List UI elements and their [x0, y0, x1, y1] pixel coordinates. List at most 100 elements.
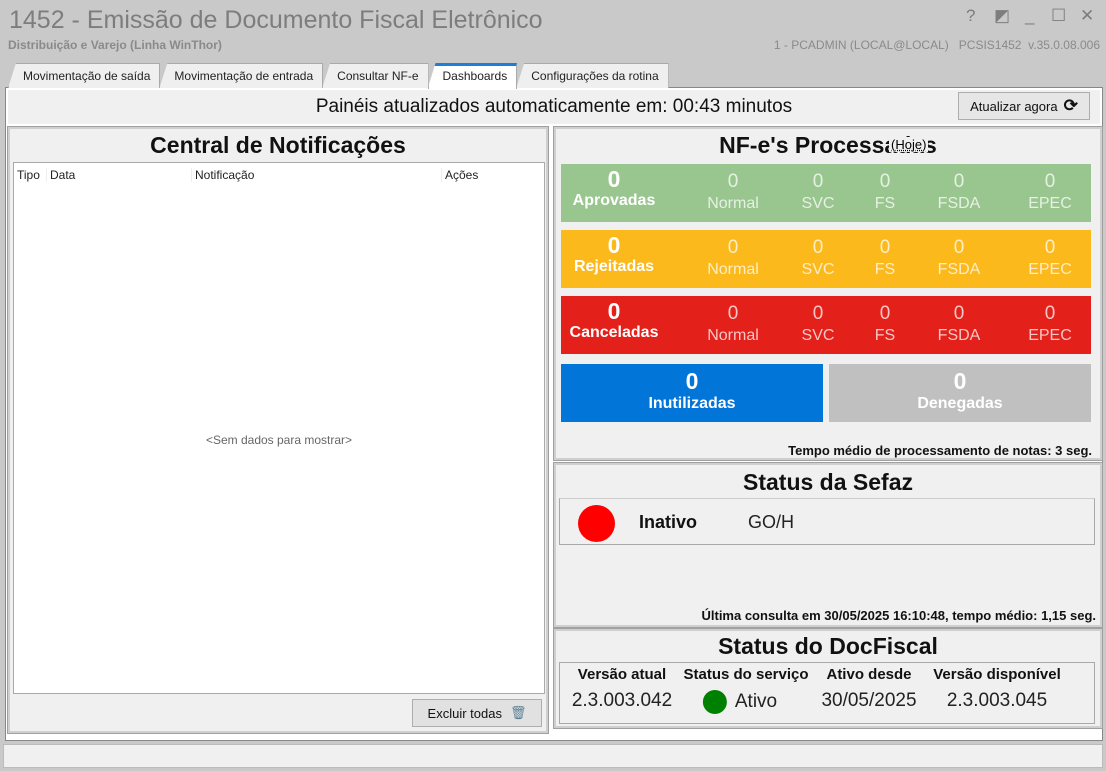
cell-svc: 0 SVC — [802, 171, 835, 215]
inutilizadas-label: Inutilizadas — [648, 395, 736, 412]
tab-movimentacao-entrada[interactable]: Movimentação de entrada — [159, 63, 324, 88]
column-header-notificacao[interactable]: Notificação — [192, 168, 442, 182]
auto-refresh-text: Painéis atualizados automaticamente em: … — [315, 96, 793, 117]
inutilizadas-box[interactable]: 0 Inutilizadas — [561, 364, 823, 422]
nfe-row-aprovadas[interactable]: 0 Aprovadas 0 Normal 0 SVC 0 FS 0 FSDA 0 EPEC — [561, 164, 1091, 222]
count-value: 0 — [1044, 171, 1056, 192]
service-status: Ativo — [702, 690, 778, 714]
count-value: 0 — [953, 237, 965, 258]
header-versao-atual: Versão atual — [577, 666, 667, 683]
versao-disponivel: 2.3.003.045 — [946, 690, 1048, 711]
docfiscal-status-panel: Status do DocFiscal Versão atual Status … — [553, 628, 1103, 729]
sefaz-uf: GO/H — [748, 512, 795, 532]
count-value: 0 — [812, 237, 824, 258]
cell-epec: 0 EPEC — [1028, 171, 1072, 215]
tab-configuracoes[interactable]: Configurações da rotina — [516, 63, 669, 88]
denegadas-box[interactable]: 0 Denegadas — [829, 364, 1091, 422]
total-cell: 0 Aprovadas — [573, 168, 656, 212]
refresh-label: Atualizar agora — [970, 98, 1058, 114]
nfe-processed-panel: NF-e's Processadas (Hoje) 0 Aprovadas 0 Nor… — [553, 126, 1103, 461]
count-value: 0 — [879, 171, 891, 192]
today-label: (Hoje) — [889, 137, 929, 152]
count-label: FS — [874, 327, 896, 344]
header-status-servico: Status do serviço — [683, 666, 809, 683]
trash-icon: 🗑 — [509, 705, 527, 720]
total-cell: 0 Canceladas — [570, 300, 659, 344]
cell-normal: 0 Normal — [707, 237, 759, 281]
cell-epec: 0 EPEC — [1028, 237, 1072, 281]
cell-fs: 0 FS — [875, 171, 895, 215]
count-value: 0 — [812, 171, 824, 192]
count-value: 0 — [879, 303, 891, 324]
count-value: 0 — [607, 232, 621, 258]
service-status-text: Ativo — [734, 691, 778, 712]
count-label: FS — [874, 195, 896, 212]
sefaz-status-panel: Status da Sefaz Inativo GO/H Última cons… — [553, 462, 1103, 628]
count-value: 0 — [953, 171, 965, 192]
count-value: 0 — [879, 237, 891, 258]
header-ativo-desde: Ativo desde — [826, 666, 912, 683]
empty-message: <Sem dados para mostrar> — [205, 433, 353, 447]
docfiscal-title: Status do DocFiscal — [718, 633, 938, 659]
notifications-grid[interactable]: Tipo Data Notificação Ações <Sem dados p… — [13, 162, 545, 694]
docfiscal-info: Versão atual Status do serviço Ativo des… — [559, 662, 1095, 724]
inutilizadas-value: 0 — [685, 368, 699, 394]
count-label: Aprovadas — [572, 192, 656, 209]
denegadas-label: Denegadas — [917, 395, 1003, 412]
cell-fsda: 0 FSDA — [938, 303, 981, 347]
sefaz-status-row: Inativo GO/H — [559, 498, 1095, 545]
count-label: FSDA — [937, 327, 981, 344]
tab-bar: Movimentação de saída Movimentação de en… — [8, 63, 669, 89]
delete-all-button[interactable]: Excluir todas 🗑 — [412, 699, 542, 727]
count-label: FSDA — [937, 261, 981, 278]
cell-fs: 0 FS — [875, 237, 895, 281]
count-label: EPEC — [1028, 261, 1072, 278]
count-value: 0 — [727, 237, 739, 258]
user-info: 1 - PCADMIN (LOCAL@LOCAL) PCSIS1452 v.35… — [773, 38, 1100, 52]
count-label: SVC — [801, 261, 835, 278]
nfe-title: NF-e's Processadas — [719, 132, 937, 158]
count-label: SVC — [801, 327, 835, 344]
count-label: Normal — [707, 327, 759, 344]
sefaz-status: Inativo — [639, 512, 698, 532]
avg-processing-time: Tempo médio de processamento de notas: 3… — [788, 443, 1092, 458]
ativo-desde: 30/05/2025 — [821, 690, 917, 711]
window-title: 1452 - Emissão de Documento Fiscal Eletr… — [9, 6, 543, 34]
column-header-data[interactable]: Data — [47, 168, 192, 182]
cell-normal: 0 Normal — [707, 171, 759, 215]
count-value: 0 — [812, 303, 824, 324]
column-header-tipo[interactable]: Tipo — [14, 168, 47, 182]
help-button[interactable]: ? — [966, 6, 975, 26]
count-label: SVC — [801, 195, 835, 212]
total-cell: 0 Rejeitadas — [574, 234, 654, 278]
nfe-row-rejeitadas[interactable]: 0 Rejeitadas 0 Normal 0 SVC 0 FS 0 FSDA 0 EPEC — [561, 230, 1091, 288]
refresh-now-button[interactable]: Atualizar agora ⟳ — [958, 92, 1090, 120]
tab-consultar-nfe[interactable]: Consultar NF-e — [322, 63, 429, 88]
maximize-button[interactable]: ☐ — [1051, 6, 1066, 26]
close-button[interactable]: ✕ — [1080, 6, 1094, 26]
count-value: 0 — [607, 166, 621, 192]
count-value: 0 — [727, 171, 739, 192]
header-versao-disponivel: Versão disponível — [933, 666, 1061, 683]
sefaz-title: Status da Sefaz — [743, 469, 913, 495]
last-query-info: Última consulta em 30/05/2025 16:10:48, … — [701, 608, 1096, 623]
count-label: FS — [874, 261, 896, 278]
count-label: Normal — [707, 261, 759, 278]
nfe-row-canceladas[interactable]: 0 Canceladas 0 Normal 0 SVC 0 FS 0 FSDA 0 EPEC — [561, 296, 1091, 354]
count-label: Normal — [707, 195, 759, 212]
count-value: 0 — [1044, 237, 1056, 258]
count-value: 0 — [607, 298, 621, 324]
count-label: Canceladas — [569, 324, 659, 341]
count-value: 0 — [1044, 303, 1056, 324]
tab-movimentacao-saida[interactable]: Movimentação de saída — [8, 63, 161, 88]
restore-icon[interactable]: ◩ — [994, 6, 1010, 26]
refresh-icon: ⟳ — [1063, 96, 1078, 115]
tab-dashboards[interactable]: Dashboards — [427, 63, 518, 89]
cell-fs: 0 FS — [875, 303, 895, 347]
cell-svc: 0 SVC — [802, 237, 835, 281]
column-header-acoes[interactable]: Ações — [442, 168, 542, 182]
notifications-title: Central de Notificações — [150, 132, 406, 158]
count-label: Rejeitadas — [573, 258, 655, 275]
delete-all-label: Excluir todas — [427, 705, 502, 721]
minimize-button[interactable]: _ — [1025, 6, 1034, 26]
